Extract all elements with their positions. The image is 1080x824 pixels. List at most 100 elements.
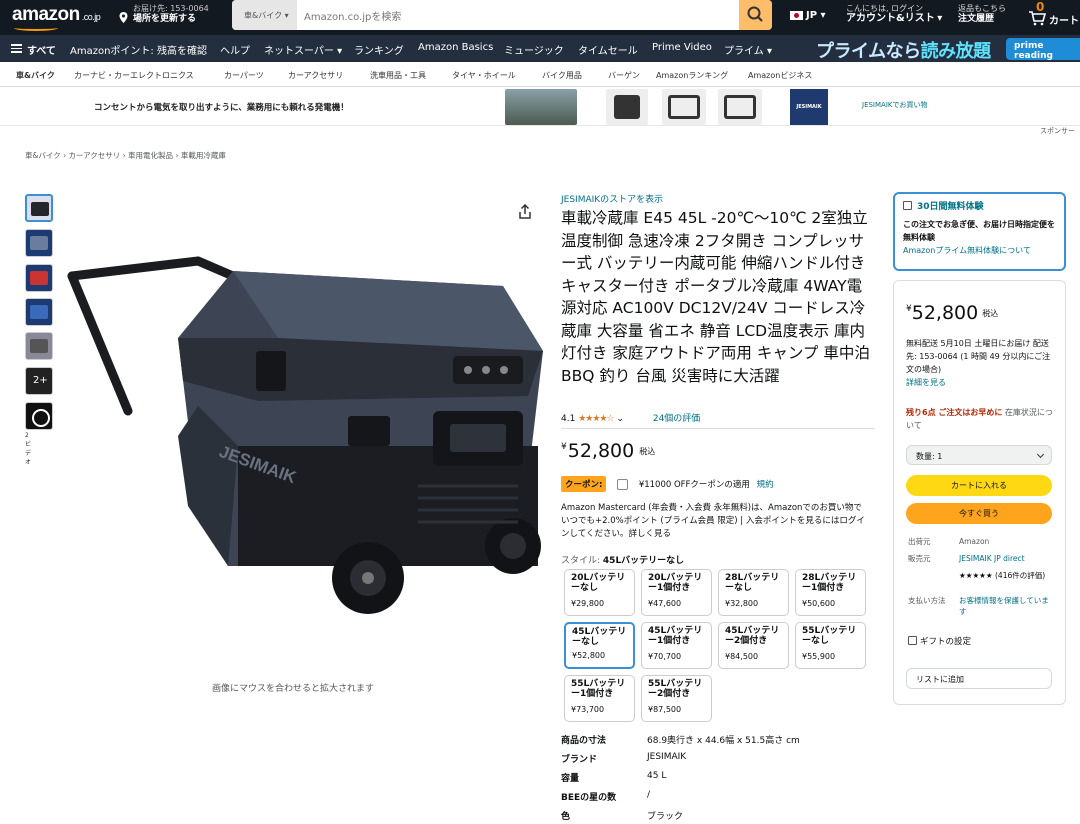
style-option[interactable]: 28Lバッテリー1個付き ¥50,600 <box>795 569 866 616</box>
style-option[interactable]: 28Lバッテリーなし ¥32,800 <box>718 569 789 616</box>
video-count-label: 2 ビデオ <box>25 432 32 466</box>
zoom-hint: 画像にマウスを合わせると拡大されます <box>212 684 375 694</box>
style-option[interactable]: 20Lバッテリーなし ¥29,800 <box>564 569 635 616</box>
main-nav: すべて Amazonポイント: 残高を確認 ヘルプ ネットスーパー ▾ ランキン… <box>0 35 1080 62</box>
thumbnail[interactable] <box>25 332 53 360</box>
sponsored-banner[interactable]: コンセントから電気を取り出すように、業務用にも頼れる発電機！ JESIMAIK … <box>0 88 1080 126</box>
search-bar: 車&バイク ▾ Amazon.co.jpを検索 <box>232 0 772 30</box>
style-option[interactable]: 45Lバッテリー1個付き ¥70,700 <box>641 622 712 669</box>
style-option[interactable]: 20Lバッテリー1個付き ¥47,600 <box>641 569 712 616</box>
search-input[interactable]: Amazon.co.jpを検索 <box>304 8 401 23</box>
subnav-item[interactable]: カーパーツ <box>224 70 264 81</box>
breadcrumb[interactable]: 車&バイク › カーアクセサリ › 車用電化製品 › 車載用冷蔵庫 <box>25 150 226 161</box>
prime-reading-badge[interactable]: prime reading <box>1006 38 1080 61</box>
gift-option[interactable]: ギフトの設定 <box>908 635 971 647</box>
deliver-to[interactable]: お届け先: 153-0064 場所を更新する <box>133 4 209 24</box>
banner-image <box>606 89 648 125</box>
mastercard-promo[interactable]: Amazon Mastercard (年会費・入会費 永年無料)は、Amazon… <box>561 502 873 541</box>
style-option[interactable]: 55Lバッテリー1個付き ¥73,700 <box>564 675 635 722</box>
star-rating-icon[interactable]: ★★★★☆ <box>578 414 614 424</box>
nav-item-prime[interactable]: プライム ▾ <box>724 42 772 57</box>
thumbnail[interactable] <box>25 194 53 222</box>
top-header: amazon .co.jp お届け先: 153-0064 場所を更新する 車&バイ… <box>0 0 1080 35</box>
orders-link[interactable]: 返品もこちら 注文履歴 <box>958 4 1006 24</box>
amazon-logo[interactable]: amazon .co.jp <box>12 4 101 26</box>
subnav-item[interactable]: カーアクセサリ <box>288 70 343 81</box>
style-option[interactable]: 45Lバッテリー2個付き ¥84,500 <box>718 622 789 669</box>
nav-item-points[interactable]: Amazonポイント: 残高を確認 <box>70 42 207 57</box>
product-title: 車載冷蔵庫 E45 45L -20℃～10℃ 2室独立温度制御 急速冷凍 2フタ… <box>561 209 870 385</box>
style-option[interactable]: 55Lバッテリー2個付き ¥87,500 <box>641 675 712 722</box>
prime-trial-checkbox[interactable]: 30日間無料体験 <box>903 201 1056 214</box>
style-option[interactable]: 55Lバッテリーなし ¥55,900 <box>795 622 866 669</box>
prime-trial-link[interactable]: Amazonプライム無料体験について <box>903 244 1056 257</box>
prime-reading-promo[interactable]: プライムなら読み放題 <box>816 37 991 63</box>
banner-text: コンセントから電気を取り出すように、業務用にも頼れる発電機！ <box>94 103 349 113</box>
subnav-item[interactable]: Amazonランキング <box>656 70 728 81</box>
search-button[interactable] <box>739 0 772 30</box>
subnav-item[interactable]: Amazonビジネス <box>748 70 812 81</box>
nav-item-supermarket[interactable]: ネットスーパー ▾ <box>264 42 342 57</box>
sponsored-label: スポンサー <box>1040 127 1075 135</box>
store-link[interactable]: JESIMAIKのストアを表示 <box>561 192 663 205</box>
coupon-terms-link[interactable]: 規約 <box>757 480 774 490</box>
hamburger-menu-icon[interactable] <box>11 44 22 53</box>
quantity-select[interactable]: 数量: 1 <box>906 445 1052 465</box>
product-price: ¥52,800 税込 <box>561 440 656 462</box>
nav-all[interactable]: すべて <box>27 42 56 57</box>
video-thumbnail[interactable] <box>25 402 53 430</box>
seller-link[interactable]: JESIMAIK JP direct <box>959 553 1025 564</box>
logo-smile-icon <box>14 25 58 31</box>
more-images-thumbnail[interactable]: 2+ <box>25 367 53 395</box>
add-to-list-button[interactable]: リストに追加 <box>906 668 1052 689</box>
product-image[interactable]: JESIMAIK <box>58 246 548 626</box>
subnav-item[interactable]: バイク用品 <box>542 70 582 81</box>
coupon-text: ¥11000 OFFクーポンの適用 <box>638 480 750 490</box>
subnav-item[interactable]: カーナビ・カーエレクトロニクス <box>74 70 194 81</box>
language-selector[interactable]: JP ▾ <box>790 10 826 21</box>
thumbnail[interactable] <box>25 264 53 292</box>
banner-image <box>505 89 577 125</box>
banner-image <box>718 89 762 125</box>
prime-trial-text: この注文でお急ぎ便、お届け日時指定便を無料体験 <box>903 220 1055 242</box>
rating-row: 4.1 ★★★★☆ ⌄ 24個の評価 <box>561 411 700 424</box>
cart-label[interactable]: カート <box>1049 12 1079 27</box>
delivery-details-link[interactable]: 詳細を見る <box>906 376 1058 389</box>
thumbnail[interactable] <box>25 298 53 326</box>
chevron-down-icon[interactable]: ⌄ <box>616 414 624 424</box>
divider <box>561 428 875 429</box>
search-icon <box>747 6 763 22</box>
cart-icon[interactable] <box>1028 10 1046 26</box>
nav-item-music[interactable]: ミュージック <box>504 42 564 57</box>
nav-item-timesale[interactable]: タイムセール <box>578 42 638 57</box>
subnav-item[interactable]: バーゲン <box>608 70 640 81</box>
prime-trial-box: 30日間無料体験 この注文でお急ぎ便、お届け日時指定便を無料体験 Amazonプ… <box>893 192 1066 271</box>
buy-now-button[interactable]: 今すぐ買う <box>906 503 1052 524</box>
japan-flag-icon <box>790 10 803 20</box>
coupon-checkbox[interactable] <box>617 479 629 490</box>
share-icon[interactable] <box>518 204 532 220</box>
nav-item-help[interactable]: ヘルプ <box>220 42 250 57</box>
location-pin-icon <box>119 12 128 23</box>
subnav-item[interactable]: 車&バイク <box>16 70 55 81</box>
coupon-row: クーポン: ¥11000 OFFクーポンの適用 規約 <box>561 476 774 492</box>
payment-security-link[interactable]: お客様情報を保護しています <box>959 595 1054 617</box>
nav-item-ranking[interactable]: ランキング <box>354 42 404 57</box>
review-count-link[interactable]: 24個の評価 <box>653 414 700 424</box>
subnav-item[interactable]: タイヤ・ホイール <box>452 70 516 81</box>
delivery-info: 無料配送 5月10日 土曜日にお届け 配送先: 153-0064 (1 時間 4… <box>906 337 1058 389</box>
thumbnail[interactable] <box>25 229 53 257</box>
coupon-badge: クーポン: <box>561 476 607 492</box>
nav-item-basics[interactable]: Amazon Basics <box>418 42 493 53</box>
brand-shop-link[interactable]: JESIMAIKでお買い物 <box>862 100 927 110</box>
account-menu[interactable]: こんにちは, ログイン アカウント&リスト ▾ <box>846 4 942 24</box>
search-category-select[interactable]: 車&バイク ▾ <box>232 0 297 30</box>
seller-rating[interactable]: ★★★★★ (416件の評価) <box>959 570 1054 581</box>
style-option-selected[interactable]: 45Lバッテリーなし ¥52,800 <box>564 622 635 669</box>
subnav-item[interactable]: 洗車用品・工具 <box>370 70 426 81</box>
stock-status: 残り6点 ご注文はお早めに 在庫状況について <box>906 408 1053 430</box>
category-subnav: 車&バイク カーナビ・カーエレクトロニクス カーパーツ カーアクセサリ 洗車用品… <box>0 62 1080 87</box>
gift-checkbox[interactable] <box>908 636 917 645</box>
add-to-cart-button[interactable]: カートに入れる <box>906 475 1052 496</box>
nav-item-primevideo[interactable]: Prime Video <box>652 42 712 53</box>
